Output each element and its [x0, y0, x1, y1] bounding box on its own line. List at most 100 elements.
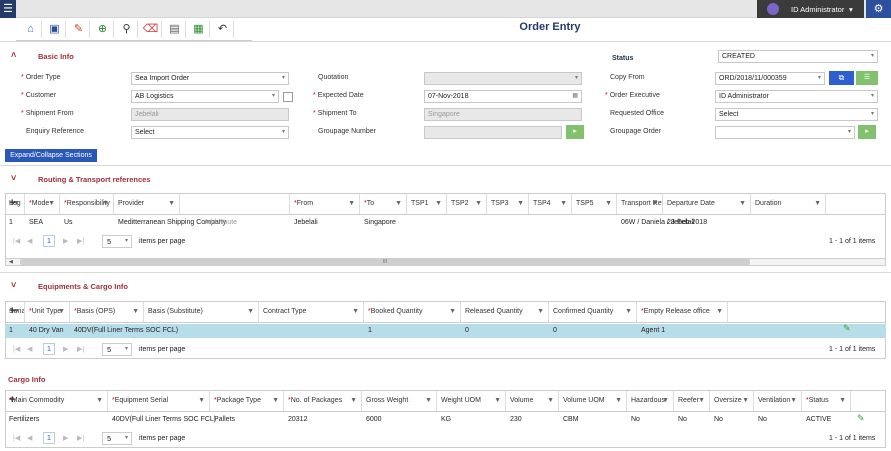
column-header[interactable]: *Unit Type ▼ — [25, 302, 70, 322]
prev-page-icon[interactable]: ◀ — [27, 345, 32, 353]
column-header[interactable]: *From ▼ — [290, 194, 360, 214]
save-icon[interactable]: ▣ — [44, 21, 66, 38]
filter-icon[interactable]: ▼ — [247, 302, 254, 322]
collapse-icon[interactable]: ˅ — [11, 280, 16, 290]
quotation-select[interactable]: ▾ — [424, 72, 582, 85]
prev-page-icon[interactable]: ◀ — [27, 434, 32, 442]
filter-icon[interactable]: ▼ — [790, 391, 797, 411]
column-header[interactable]: Serial▼ — [5, 302, 25, 322]
list-icon[interactable]: ☰ — [856, 71, 878, 85]
column-header[interactable]: Confirmed Quantity ▼ — [549, 302, 637, 322]
copy-from-select[interactable]: ORD/2018/11/000359 ▾ — [715, 72, 825, 85]
horizontal-scrollbar[interactable]: ◀ III — [5, 258, 886, 266]
filter-icon[interactable]: ▼ — [348, 194, 355, 214]
order-exec-select[interactable]: ID Administrator ▾ — [715, 90, 878, 103]
filter-icon[interactable]: ▼ — [350, 391, 357, 411]
filter-icon[interactable]: ▼ — [560, 194, 567, 214]
filter-icon[interactable]: ▼ — [435, 194, 442, 214]
page-size-select[interactable]: 5 ▾ — [102, 235, 132, 248]
last-page-icon[interactable]: ▶| — [77, 345, 84, 353]
filter-icon[interactable]: ▼ — [449, 302, 456, 322]
filter-icon[interactable]: ▼ — [698, 391, 705, 411]
add-icon[interactable]: ⊕ — [92, 21, 114, 38]
menu-icon[interactable]: ☰ — [0, 0, 16, 18]
page-number[interactable]: 1 — [43, 432, 55, 444]
column-header[interactable]: Oversize ▼ — [710, 391, 754, 411]
column-header[interactable]: Provider ▼ — [114, 194, 180, 214]
filter-icon[interactable]: ▼ — [58, 302, 65, 322]
column-header[interactable]: Departure Date ▼ — [663, 194, 751, 214]
back-icon[interactable]: ↶ — [212, 21, 234, 38]
document-icon[interactable]: ▤ — [164, 21, 186, 38]
filter-icon[interactable]: ▼ — [132, 302, 139, 322]
go-arrow-icon[interactable]: ▸ — [858, 125, 876, 139]
column-header[interactable]: Duration ▼ — [751, 194, 826, 214]
column-header[interactable]: *Mode ▼ — [25, 194, 60, 214]
filter-icon[interactable]: ▼ — [662, 391, 669, 411]
groupage-number-field[interactable] — [424, 126, 562, 139]
column-header[interactable]: *Basis (OPS) ▼ — [70, 302, 144, 322]
column-header[interactable]: *Main Commodity ▼ — [5, 391, 108, 411]
filter-icon[interactable]: ▼ — [839, 391, 846, 411]
collapse-icon[interactable]: ˄ — [11, 50, 16, 60]
column-header[interactable]: TSP3 ▼ — [487, 194, 529, 214]
order-type-select[interactable]: Sea Import Order ▾ — [131, 72, 289, 85]
filter-icon[interactable]: ▼ — [739, 194, 746, 214]
excel-icon[interactable]: ▦ — [188, 21, 210, 38]
column-header[interactable]: Gross Weight ▼ — [362, 391, 437, 411]
gear-icon[interactable]: ⚙ — [866, 0, 891, 18]
req-office-select[interactable]: Select ▾ — [715, 108, 878, 121]
column-header[interactable]: Released Quantity ▼ — [461, 302, 549, 322]
column-header[interactable]: Contract Type ▼ — [259, 302, 364, 322]
search-icon[interactable]: ⚲ — [116, 21, 138, 38]
filter-icon[interactable]: ▼ — [475, 194, 482, 214]
column-header[interactable]: Volume UOM ▼ — [559, 391, 627, 411]
filter-icon[interactable]: ▼ — [814, 194, 821, 214]
column-header[interactable]: Volume ▼ — [506, 391, 559, 411]
enquiry-select[interactable]: Select ▾ — [131, 126, 289, 139]
collapse-icon[interactable]: ˅ — [11, 173, 16, 183]
edit-icon[interactable]: ✎ — [68, 21, 90, 38]
next-page-icon[interactable]: ▶ — [63, 434, 68, 442]
filter-icon[interactable]: ▼ — [547, 391, 554, 411]
filter-icon[interactable]: ▼ — [395, 194, 402, 214]
column-header[interactable]: TSP4 ▼ — [529, 194, 572, 214]
column-header[interactable]: *Status ▼ — [802, 391, 851, 411]
filter-icon[interactable]: ▼ — [352, 302, 359, 322]
prev-page-icon[interactable]: ◀ — [27, 237, 32, 245]
page-number[interactable]: 1 — [43, 343, 55, 355]
expand-collapse-button[interactable]: Expand/Collapse Sections — [5, 149, 97, 162]
filter-icon[interactable]: ▼ — [198, 391, 205, 411]
eraser-icon[interactable]: ⌫ — [140, 21, 162, 38]
expected-date-field[interactable]: 07-Nov-2018 ▦ — [424, 90, 582, 103]
column-header[interactable]: *Equipment Serial ▼ — [108, 391, 210, 411]
filter-icon[interactable]: ▼ — [537, 302, 544, 322]
filter-icon[interactable]: ▼ — [615, 391, 622, 411]
user-menu[interactable]: ID Administrator ▾ — [757, 0, 864, 18]
column-header[interactable]: Reefer ▼ — [674, 391, 710, 411]
column-header[interactable]: TSP5 ▼ — [572, 194, 617, 214]
column-header[interactable]: Leg ▼ — [5, 194, 25, 214]
column-header[interactable]: *To ▼ — [360, 194, 407, 214]
first-page-icon[interactable]: |◀ — [13, 434, 20, 442]
filter-icon[interactable]: ▼ — [48, 194, 55, 214]
edit-icon[interactable]: ✎ — [857, 413, 865, 424]
column-header[interactable]: TSP2 ▼ — [447, 194, 487, 214]
column-header[interactable]: *Package Type ▼ — [210, 391, 284, 411]
filter-icon[interactable]: ▼ — [96, 391, 103, 411]
column-header[interactable]: Basis (Substitute) ▼ — [144, 302, 259, 322]
column-header[interactable]: Hazardous ▼ — [627, 391, 674, 411]
filter-icon[interactable]: ▼ — [494, 391, 501, 411]
customer-checkbox[interactable] — [283, 92, 293, 102]
page-size-select[interactable]: 5 ▾ — [102, 343, 132, 356]
filter-icon[interactable]: ▼ — [625, 302, 632, 322]
go-arrow-icon[interactable]: ▸ — [566, 125, 584, 139]
filter-icon[interactable]: ▼ — [168, 194, 175, 214]
next-page-icon[interactable]: ▶ — [63, 345, 68, 353]
column-header[interactable]: Weight UOM ▼ — [437, 391, 506, 411]
column-header[interactable]: *No. of Packages ▼ — [284, 391, 362, 411]
edit-icon[interactable]: ✎ — [843, 323, 851, 334]
filter-icon[interactable]: ▼ — [605, 194, 612, 214]
filter-icon[interactable]: ▼ — [517, 194, 524, 214]
customer-select[interactable]: AB Logistics ▾ — [131, 90, 279, 103]
